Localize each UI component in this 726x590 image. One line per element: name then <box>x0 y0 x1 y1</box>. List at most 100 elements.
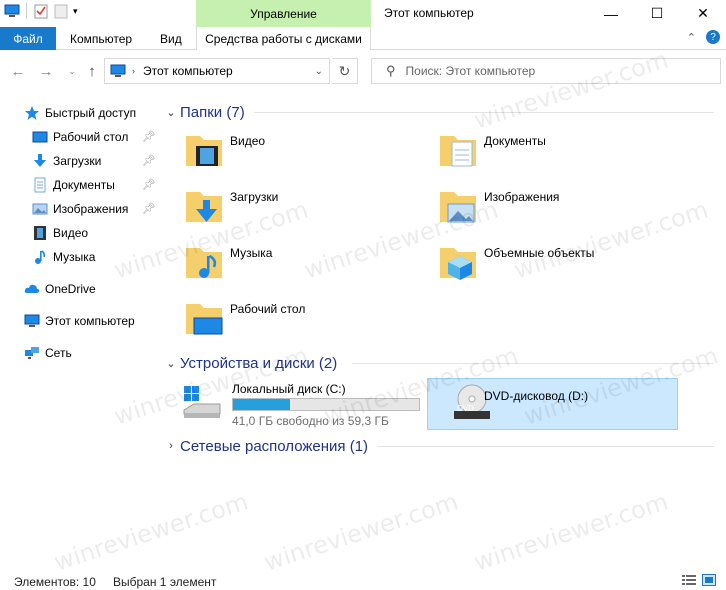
title-bar: ▾ Управление Этот компьютер — ☐ ✕ <box>0 0 726 27</box>
computer-icon <box>110 64 126 77</box>
new-folder-icon[interactable] <box>53 3 69 19</box>
nav-label: OneDrive <box>45 282 96 296</box>
pictures-folder-icon <box>440 192 476 223</box>
pictures-icon <box>32 203 48 215</box>
collapse-icon[interactable]: ⌄ <box>162 357 180 370</box>
3d-objects-folder-icon <box>440 248 476 280</box>
drive-label: DVD-дисковод (D:) <box>484 389 589 403</box>
status-item-count: Элементов: 10 <box>14 575 96 589</box>
window-title: Этот компьютер <box>384 6 474 20</box>
breadcrumb-path[interactable]: Этот компьютер <box>143 64 233 78</box>
nav-label: Быстрый доступ <box>45 106 137 120</box>
tab-file[interactable]: Файл <box>0 27 56 50</box>
details-view-icon[interactable] <box>682 574 696 586</box>
search-placeholder: Поиск: Этот компьютер <box>405 64 536 78</box>
music-folder-icon <box>186 248 222 278</box>
group-devices[interactable]: ⌄ Устройства и диски (2) <box>162 352 726 374</box>
breadcrumb-chevron-icon[interactable]: › <box>132 66 135 76</box>
desktop-folder-icon <box>186 304 223 335</box>
local-disk-icon <box>183 386 221 418</box>
group-divider <box>254 112 714 113</box>
nav-item-pictures[interactable]: Изображения 📌︎ <box>0 198 162 220</box>
nav-item-music[interactable]: Музыка <box>0 246 162 268</box>
folder-tile[interactable]: Музыка <box>162 236 412 288</box>
folder-tile[interactable]: Изображения <box>416 180 666 232</box>
tab-drive-tools[interactable]: Средства работы с дисками <box>196 27 371 50</box>
folder-tile[interactable]: Загрузки <box>162 180 412 232</box>
drive-free-space: 41,0 ГБ свободно из 59,3 ГБ <box>232 414 389 428</box>
desktop-icon <box>32 131 48 143</box>
forward-icon[interactable]: → <box>36 61 56 81</box>
drive-usage-fill <box>233 399 291 410</box>
drive-usage-bar <box>232 398 420 411</box>
dvd-badge: DVD <box>457 404 474 413</box>
folder-tile[interactable]: Документы <box>416 124 666 176</box>
help-icon[interactable]: ? <box>706 30 720 44</box>
properties-icon[interactable] <box>33 3 49 19</box>
address-bar[interactable]: › Этот компьютер ⌄ <box>104 58 330 84</box>
drive-tile-d[interactable]: DVD DVD-дисковод (D:) <box>427 378 678 430</box>
network-icon <box>25 347 39 359</box>
navigation-pane: Быстрый доступ Рабочий стол 📌︎ Загрузки … <box>0 98 162 558</box>
collapse-icon[interactable]: ⌄ <box>162 106 180 119</box>
folder-label: Рабочий стол <box>230 302 306 316</box>
group-title: Устройства и диски (2) <box>180 354 338 372</box>
documents-icon <box>34 177 46 193</box>
expand-ribbon-icon[interactable]: ⌃ <box>687 31 696 44</box>
nav-quick-access[interactable]: Быстрый доступ <box>0 102 162 124</box>
folder-label: Документы <box>484 134 546 148</box>
nav-label: Рабочий стол <box>53 130 129 144</box>
maximize-button[interactable]: ☐ <box>634 0 680 27</box>
pin-icon: 📌︎ <box>142 203 156 215</box>
close-button[interactable]: ✕ <box>680 0 726 27</box>
pin-icon: 📌︎ <box>142 131 156 143</box>
group-folders[interactable]: ⌄ Папки (7) <box>162 101 726 123</box>
tab-computer[interactable]: Компьютер <box>70 27 132 50</box>
drive-tile-c[interactable]: Локальный диск (C:) 41,0 ГБ свободно из … <box>176 376 426 428</box>
nav-label: Документы <box>53 178 115 192</box>
up-icon[interactable]: ↑ <box>82 61 102 81</box>
folder-tile[interactable]: Видео <box>162 124 412 176</box>
documents-folder-icon <box>440 136 476 167</box>
refresh-icon[interactable]: ↻ <box>332 58 358 84</box>
group-title: Сетевые расположения (1) <box>180 437 369 455</box>
navigation-row: ← → ⌄ ↑ › Этот компьютер ⌄ ↻ ⚲ Поиск: Эт… <box>0 51 726 91</box>
nav-this-pc[interactable]: Этот компьютер <box>0 310 162 332</box>
nav-onedrive[interactable]: OneDrive <box>0 278 162 300</box>
downloads-folder-icon <box>186 192 222 222</box>
nav-network[interactable]: Сеть <box>0 342 162 364</box>
minimize-button[interactable]: — <box>588 0 634 27</box>
nav-label: Изображения <box>53 202 129 216</box>
star-icon <box>25 106 39 120</box>
large-icons-view-icon[interactable] <box>702 574 716 586</box>
separator <box>26 3 27 19</box>
search-icon: ⚲ <box>386 63 396 78</box>
folder-label: Видео <box>230 134 266 148</box>
downloads-icon <box>34 154 46 167</box>
computer-icon[interactable] <box>4 3 20 19</box>
back-icon[interactable]: ← <box>8 61 28 81</box>
nav-item-downloads[interactable]: Загрузки 📌︎ <box>0 150 162 172</box>
nav-item-video[interactable]: Видео <box>0 222 162 244</box>
search-input[interactable]: ⚲ Поиск: Этот компьютер <box>371 58 721 84</box>
group-divider <box>377 446 714 447</box>
qat-dropdown-icon[interactable]: ▾ <box>73 6 78 17</box>
expand-icon[interactable]: › <box>162 440 180 452</box>
folder-label: Изображения <box>484 190 560 204</box>
address-dropdown-icon[interactable]: ⌄ <box>315 66 323 77</box>
content-pane: ⌄ Папки (7) Видео Документы Загрузки Изо… <box>162 98 726 558</box>
tab-view[interactable]: Вид <box>160 27 182 50</box>
folder-tile[interactable]: Объемные объекты <box>416 236 666 288</box>
nav-item-documents[interactable]: Документы 📌︎ <box>0 174 162 196</box>
folder-tile[interactable]: Рабочий стол <box>162 292 412 344</box>
folder-label: Объемные объекты <box>484 246 595 260</box>
nav-label: Видео <box>53 226 89 240</box>
nav-item-desktop[interactable]: Рабочий стол 📌︎ <box>0 126 162 148</box>
group-network-locations[interactable]: › Сетевые расположения (1) <box>162 435 726 457</box>
group-title: Папки (7) <box>180 103 245 121</box>
folder-label: Музыка <box>230 246 273 260</box>
folder-label: Загрузки <box>230 190 279 204</box>
ribbon-right-controls: ⌃ ? <box>687 30 720 44</box>
recent-locations-icon[interactable]: ⌄ <box>62 61 82 81</box>
context-tab-header: Управление <box>196 0 371 27</box>
